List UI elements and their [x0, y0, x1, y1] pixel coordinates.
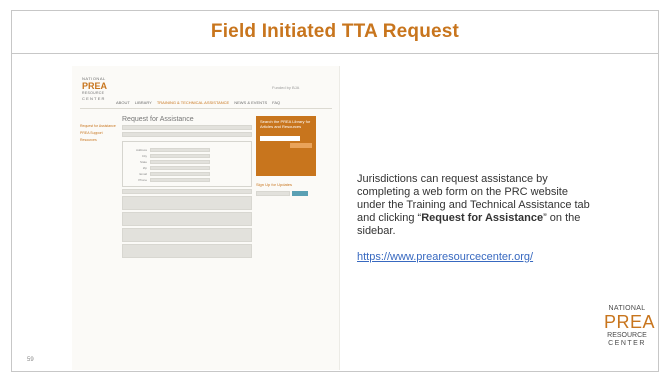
- screenshot-contact-label: Zip: [142, 166, 147, 170]
- screenshot-contact-box: Address City State Zip Email Phone: [122, 141, 252, 187]
- screenshot-contact-label: Phone: [138, 178, 147, 182]
- screenshot-form-textarea: [122, 228, 252, 242]
- screenshot-form: Request for Assistance Address City Stat…: [122, 116, 252, 258]
- brand-line1: NATIONAL: [608, 305, 646, 312]
- screenshot-signup-button: [292, 191, 308, 196]
- screenshot-contact-input: [150, 172, 210, 176]
- screenshot-logo-line4: CENTER: [82, 95, 106, 101]
- screenshot-contact-label: State: [139, 160, 147, 164]
- prc-website-link[interactable]: https://www.prearesourcecenter.org/: [357, 251, 533, 263]
- title-divider: [11, 53, 659, 54]
- title-bar: Field Initiated TTA Request: [11, 10, 659, 54]
- screenshot-nav-news: NEWS & EVENTS: [234, 100, 268, 105]
- screenshot-logo: NATIONAL PREA RESOURCE CENTER: [82, 77, 107, 101]
- screenshot-contact-row: State: [127, 160, 247, 164]
- screenshot-signup: Sign Up for Updates: [256, 182, 316, 196]
- brand-line4: CENTER: [608, 340, 646, 347]
- screenshot-contact-input: [150, 154, 210, 158]
- screenshot-nav: ABOUT LIBRARY TRAINING & TECHNICAL ASSIS…: [116, 100, 280, 105]
- screenshot-sidebar-item: Request for Assistance: [80, 124, 116, 128]
- screenshot-logo-line3: RESOURCE: [82, 91, 105, 95]
- brand-line2: PREA: [604, 312, 656, 332]
- screenshot-signup-row: [256, 191, 316, 196]
- screenshot-search-button: [290, 142, 312, 148]
- screenshot-nav-tta: TRAINING & TECHNICAL ASSISTANCE: [156, 100, 230, 105]
- screenshot-signup-title: Sign Up for Updates: [256, 182, 293, 187]
- screenshot-form-textarea: [122, 196, 252, 210]
- screenshot-sidebar-item: PREA Support: [80, 131, 103, 136]
- screenshot-contact-label: Address: [135, 148, 147, 152]
- screenshot-contact-row: Zip: [127, 166, 247, 170]
- screenshot-sidebar-item: Resources: [80, 138, 97, 143]
- brand-line3: RESOURCE: [607, 332, 647, 339]
- screenshot-search-input: [260, 135, 300, 141]
- screenshot-contact-row: Email: [127, 172, 247, 176]
- screenshot-form-title: Request for Assistance: [122, 116, 194, 123]
- screenshot-nav-library: LIBRARY: [134, 100, 152, 105]
- screenshot-contact-label: City: [141, 154, 147, 158]
- screenshot-nav-faq: FAQ: [272, 100, 281, 105]
- screenshot-nav-about: ABOUT: [116, 100, 130, 105]
- screenshot-contact-input: [150, 160, 210, 164]
- screenshot-search-text: Search the PREA Library for Articles and…: [260, 119, 311, 129]
- screenshot-nav-divider: [80, 108, 332, 109]
- prea-brand-logo: NATIONAL PREA RESOURCE CENTER: [604, 305, 656, 347]
- slide: Field Initiated TTA Request NATIONAL PRE…: [0, 0, 668, 380]
- body-text-bold: Request for Assistance: [421, 212, 544, 224]
- screenshot-form-textarea: [122, 212, 252, 226]
- screenshot-form-textarea: [122, 244, 252, 258]
- screenshot-logo-line2: PREA: [82, 81, 108, 91]
- slide-title: Field Initiated TTA Request: [210, 21, 460, 42]
- screenshot-signup-input: [256, 191, 290, 196]
- slide-body-text: Jurisdictions can request assistance by …: [357, 173, 597, 238]
- screenshot-sidebar: Request for Assistance PREA Support Reso…: [80, 124, 118, 146]
- website-screenshot: NATIONAL PREA RESOURCE CENTER Funded by …: [72, 66, 340, 370]
- screenshot-contact-row: Address: [127, 148, 247, 152]
- screenshot-form-field: [122, 189, 252, 194]
- screenshot-contact-label: Email: [139, 172, 147, 176]
- screenshot-contact-input: [150, 178, 210, 182]
- screenshot-contact-input: [150, 148, 210, 152]
- screenshot-contact-row: Phone: [127, 178, 247, 182]
- screenshot-search-box: Search the PREA Library for Articles and…: [256, 116, 316, 176]
- screenshot-contact-input: [150, 166, 210, 170]
- screenshot-form-field: [122, 132, 252, 137]
- page-number: 59: [27, 357, 34, 363]
- screenshot-contact-row: City: [127, 154, 247, 158]
- screenshot-form-field: [122, 125, 252, 130]
- screenshot-funded-text: Funded by BJA: [272, 85, 300, 90]
